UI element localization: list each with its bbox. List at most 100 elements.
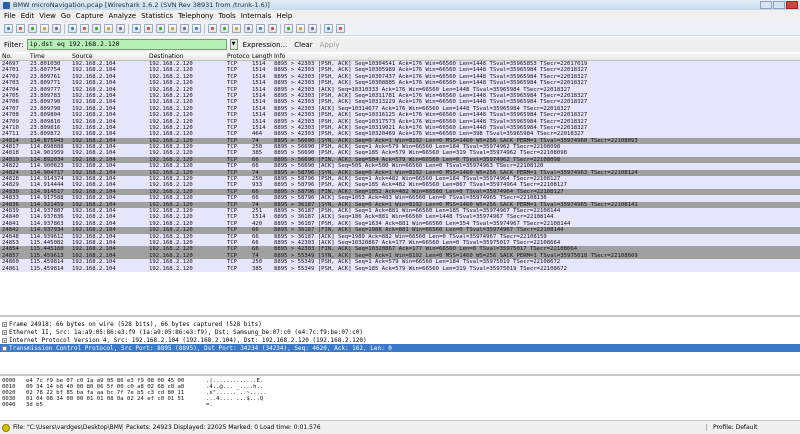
toolbar-separator <box>128 23 129 34</box>
expert-info-icon[interactable] <box>2 423 10 432</box>
menu-edit[interactable]: Edit <box>21 12 35 20</box>
detail-tree-item[interactable]: + Internet Protocol Version 4, Src: 192.1… <box>0 336 800 344</box>
restart-icon[interactable] <box>52 24 61 33</box>
filter-bar: Filter: ip.dst eq 192.168.2.120 ▼ Expres… <box>0 37 800 52</box>
toolbar-separator <box>280 23 281 34</box>
clear-button[interactable]: Clear <box>292 41 314 49</box>
menu-go[interactable]: Go <box>61 12 71 20</box>
display-filters-icon[interactable] <box>296 24 305 33</box>
minimize-button[interactable] <box>760 1 772 9</box>
menu-statistics[interactable]: Statistics <box>141 12 173 20</box>
toolbar-separator <box>320 23 321 34</box>
detail-tree-label: Internet Protocol Version 4, Src: 192.16… <box>9 336 367 344</box>
hex-row: 0040 3d b5 =. <box>0 402 800 408</box>
close-window-button[interactable] <box>786 1 798 9</box>
expand-icon[interactable]: + <box>2 321 7 327</box>
packet-row[interactable]: 24861 115.459814 192.168.2.104 192.168.2.12… <box>0 265 800 272</box>
last-icon[interactable] <box>192 24 201 33</box>
find-icon[interactable] <box>132 24 141 33</box>
zoom-out-icon[interactable] <box>244 24 253 33</box>
save-icon[interactable] <box>80 24 89 33</box>
window-title: BMW microNavigation.pcap [Wireshark 1.6.… <box>13 1 270 9</box>
status-bar: File: "C:\Users\vardges\Desktop\BMW micr… <box>0 420 800 434</box>
cell-source: 192.168.2.104 <box>72 265 116 272</box>
column-header-no[interactable]: No. <box>0 53 28 60</box>
detail-tree-label: Frame 24918: 66 bytes on wire (528 bits)… <box>9 320 262 328</box>
zoom-normal-icon[interactable] <box>256 24 265 33</box>
expression-button[interactable]: Expression... <box>241 41 290 49</box>
column-header-source[interactable]: Source <box>70 53 147 60</box>
interfaces-icon[interactable] <box>4 24 13 33</box>
wireshark-icon <box>3 1 10 9</box>
packet-list[interactable]: No. Time Source Destination Protocol Len… <box>0 53 800 317</box>
detail-tree-label: Ethernet II, Src: 1a:a9:05:86:e3:f9 (1a:… <box>9 328 364 336</box>
menu-help[interactable]: Help <box>276 12 292 20</box>
column-header-time[interactable]: Time <box>28 53 70 60</box>
packet-rows: 24697 23.801030 192.168.2.104 192.168.2.120… <box>0 61 800 272</box>
detail-tree-label: Transmission Control Protocol, Src Port:… <box>9 344 392 352</box>
autoscroll-icon[interactable] <box>220 24 229 33</box>
hex-bytes: 3d b5 <box>26 402 43 408</box>
detail-tree-item[interactable]: + Frame 24918: 66 bytes on wire (528 bits… <box>0 320 800 328</box>
main-toolbar <box>0 22 800 36</box>
detail-tree-item[interactable]: + Ethernet II, Src: 1a:a9:05:86:e3:f9 (1a… <box>0 328 800 336</box>
cell-destination: 192.168.2.120 <box>149 265 193 272</box>
menu-internals[interactable]: Internals <box>241 12 272 20</box>
hex-ascii: =. <box>206 402 213 408</box>
stop-icon[interactable] <box>40 24 49 33</box>
maximize-button[interactable] <box>773 1 785 9</box>
packet-details-pane[interactable]: + Frame 24918: 66 bytes on wire (528 bits… <box>0 320 800 376</box>
goto-icon[interactable] <box>168 24 177 33</box>
expand-icon[interactable]: + <box>2 337 7 343</box>
menu-tools[interactable]: Tools <box>218 12 235 20</box>
packet-bytes-pane[interactable]: 0000 e4 7c f9 be 07 c0 1a a9 05 86 e3 f9 … <box>0 378 800 420</box>
status-packets: Packets: 24923 Displayed: 22025 Marked: … <box>126 424 707 431</box>
menu-view[interactable]: View <box>39 12 56 20</box>
column-header-destination[interactable]: Destination <box>147 53 225 60</box>
hex-offset: 0040 <box>2 402 16 408</box>
window-controls <box>760 1 800 9</box>
help-icon[interactable] <box>336 24 345 33</box>
toolbar-separator <box>64 23 65 34</box>
menu-capture[interactable]: Capture <box>76 12 104 20</box>
toolbar-separator <box>204 23 205 34</box>
status-file: File: "C:\Users\vardges\Desktop\BMW micr… <box>13 424 123 431</box>
detail-tree-item[interactable]: + Transmission Control Protocol, Src Port… <box>0 344 800 352</box>
expand-icon[interactable]: + <box>2 329 7 335</box>
menu-telephony[interactable]: Telephony <box>178 12 213 20</box>
display-filter-input[interactable]: ip.dst eq 192.168.2.120 <box>26 39 227 50</box>
menu-bar: File Edit View Go Capture Analyze Statis… <box>0 10 800 22</box>
back-icon[interactable] <box>144 24 153 33</box>
forward-icon[interactable] <box>156 24 165 33</box>
start-icon[interactable] <box>28 24 37 33</box>
column-header-length[interactable]: Length <box>250 53 272 60</box>
coloring-rules-icon[interactable] <box>308 24 317 33</box>
cell-no: 24861 <box>2 265 19 272</box>
cell-length: 385 <box>252 265 263 272</box>
apply-button[interactable]: Apply <box>318 41 342 49</box>
menu-file[interactable]: File <box>4 12 16 20</box>
preferences-icon[interactable] <box>324 24 333 33</box>
filter-label: Filter: <box>4 40 24 49</box>
packet-list-header: No. Time Source Destination Protocol Len… <box>0 53 800 61</box>
column-header-info[interactable]: Info <box>272 53 800 60</box>
capture-filters-icon[interactable] <box>284 24 293 33</box>
expand-icon[interactable]: + <box>2 345 7 351</box>
close-icon[interactable] <box>92 24 101 33</box>
status-profile[interactable]: Profile: Default <box>710 424 800 431</box>
open-icon[interactable] <box>68 24 77 33</box>
column-header-protocol[interactable]: Protocol <box>225 53 250 60</box>
reload-icon[interactable] <box>104 24 113 33</box>
cell-protocol: TCP <box>227 265 238 272</box>
colorize-icon[interactable] <box>208 24 217 33</box>
title-bar: BMW microNavigation.pcap [Wireshark 1.6.… <box>0 0 800 10</box>
cell-time: 115.459814 <box>30 265 64 272</box>
resize-icon[interactable] <box>268 24 277 33</box>
filter-history-dropdown[interactable]: ▼ <box>229 39 238 50</box>
menu-analyze[interactable]: Analyze <box>108 12 136 20</box>
print-icon[interactable] <box>116 24 125 33</box>
options-icon[interactable] <box>16 24 25 33</box>
cell-info: 8895 > 55349 [PSH, ACK] Seq=185 Ack=579 … <box>274 265 567 272</box>
zoom-in-icon[interactable] <box>232 24 241 33</box>
first-icon[interactable] <box>180 24 189 33</box>
